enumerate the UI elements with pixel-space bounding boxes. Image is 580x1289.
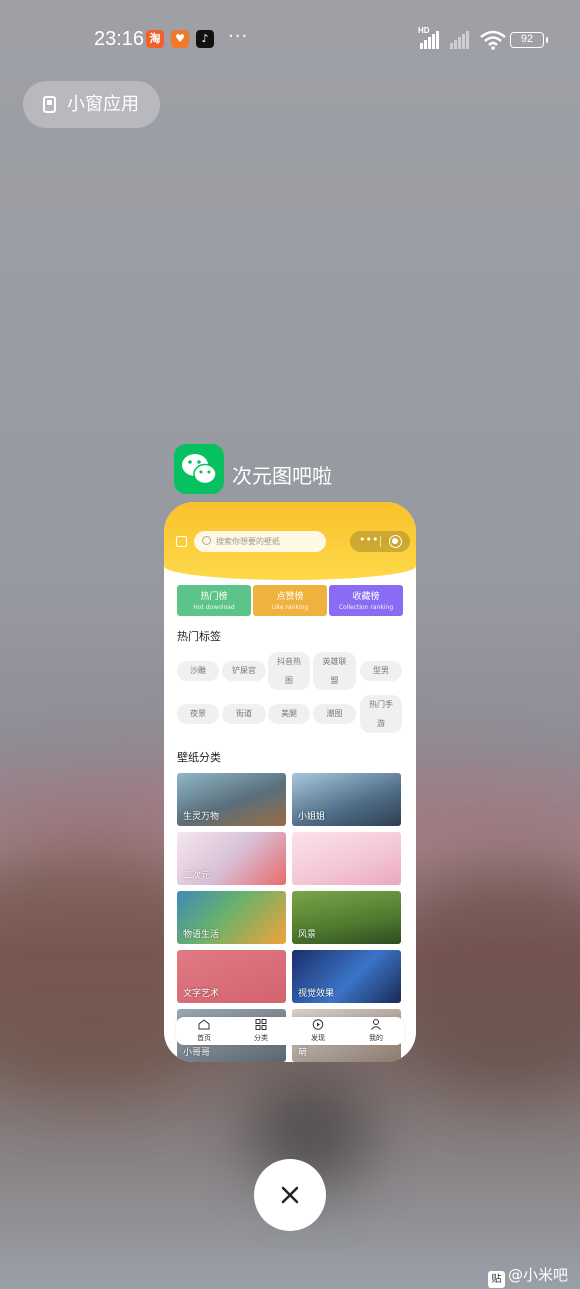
category-card[interactable]: 物语生活	[177, 891, 286, 944]
more-icon[interactable]: •••	[359, 533, 378, 547]
search-placeholder: 搜索你想要的壁纸	[216, 537, 280, 546]
more-notifications-icon: ···	[228, 26, 249, 47]
watermark-text: @小米吧	[508, 1266, 569, 1284]
category-card[interactable]: 风景	[292, 891, 401, 944]
tag-item[interactable]: 夜景	[177, 704, 219, 724]
rank-collection[interactable]: 收藏榜 Collection ranking	[329, 585, 403, 616]
tab-discover[interactable]: 发现	[298, 1019, 338, 1043]
tieba-icon: 贴	[488, 1271, 505, 1288]
category-card[interactable]	[292, 832, 401, 885]
small-window-icon	[43, 96, 56, 113]
tag-item[interactable]: 街道	[222, 704, 266, 724]
category-card[interactable]: 视觉效果	[292, 950, 401, 1003]
tag-item[interactable]: 型男	[360, 661, 402, 681]
grid-icon	[255, 1019, 267, 1030]
search-icon	[202, 536, 211, 545]
tag-item[interactable]: 抖音热图	[268, 652, 310, 690]
mini-app-tab-bar: 首页 分类 发现 我的	[176, 1017, 404, 1045]
category-card[interactable]: 小姐姐	[292, 773, 401, 826]
category-card[interactable]: 生灵万物	[177, 773, 286, 826]
play-icon	[312, 1019, 324, 1030]
rank-hot[interactable]: 热门榜 Hot download	[177, 585, 251, 616]
category-title: 壁纸分类	[177, 751, 221, 764]
signal-no-service-icon	[450, 30, 470, 50]
small-window-apps-button[interactable]: 小窗应用	[23, 81, 160, 128]
search-input[interactable]: 搜索你想要的壁纸	[194, 531, 326, 552]
user-icon	[371, 1019, 381, 1030]
close-button[interactable]	[254, 1159, 326, 1231]
signal-icon	[420, 30, 440, 50]
tab-mine[interactable]: 我的	[356, 1019, 396, 1043]
tab-category[interactable]: 分类	[241, 1019, 281, 1043]
battery-icon: 92	[510, 32, 548, 48]
app-preview-card[interactable]: 搜索你想要的壁纸 ••• 热门榜 Hot download 点赞榜 Like r…	[164, 502, 416, 1062]
tab-home[interactable]: 首页	[184, 1019, 224, 1043]
tag-item[interactable]: 潮图	[313, 704, 356, 724]
edit-icon[interactable]	[176, 536, 187, 547]
hot-tags-title: 热门标签	[177, 630, 221, 643]
home-icon	[198, 1019, 210, 1030]
tag-item[interactable]: 沙雕	[177, 661, 219, 681]
app-name: 次元图吧啦	[232, 464, 332, 488]
rank-like[interactable]: 点赞榜 Like ranking	[253, 585, 327, 616]
tag-item[interactable]: 英雄联盟	[313, 652, 356, 690]
close-icon	[281, 1186, 299, 1204]
mini-app-capsule: •••	[350, 531, 410, 552]
tiktok-icon: ♪	[196, 30, 214, 48]
clock: 23:16	[94, 28, 145, 50]
watermark: 贴 @小米吧	[488, 1264, 568, 1288]
close-mini-app-icon[interactable]	[389, 535, 402, 548]
tag-item[interactable]: 热门手游	[360, 695, 402, 733]
wechat-icon[interactable]	[174, 444, 224, 494]
category-card[interactable]: 二次元	[177, 832, 286, 885]
mini-app-header: 搜索你想要的壁纸 •••	[164, 502, 416, 580]
tag-item[interactable]: 美腿	[268, 704, 310, 724]
status-bar: 23:16 淘 ♥ ♪ ··· HD 92	[0, 24, 580, 58]
category-card[interactable]: 文字艺术	[177, 950, 286, 1003]
wifi-icon	[480, 30, 506, 50]
taobao-icon: 淘	[146, 30, 164, 48]
tmall-cat-icon: ♥	[171, 30, 189, 48]
small-window-label: 小窗应用	[67, 94, 139, 115]
tag-item[interactable]: 铲屎官	[222, 661, 266, 681]
